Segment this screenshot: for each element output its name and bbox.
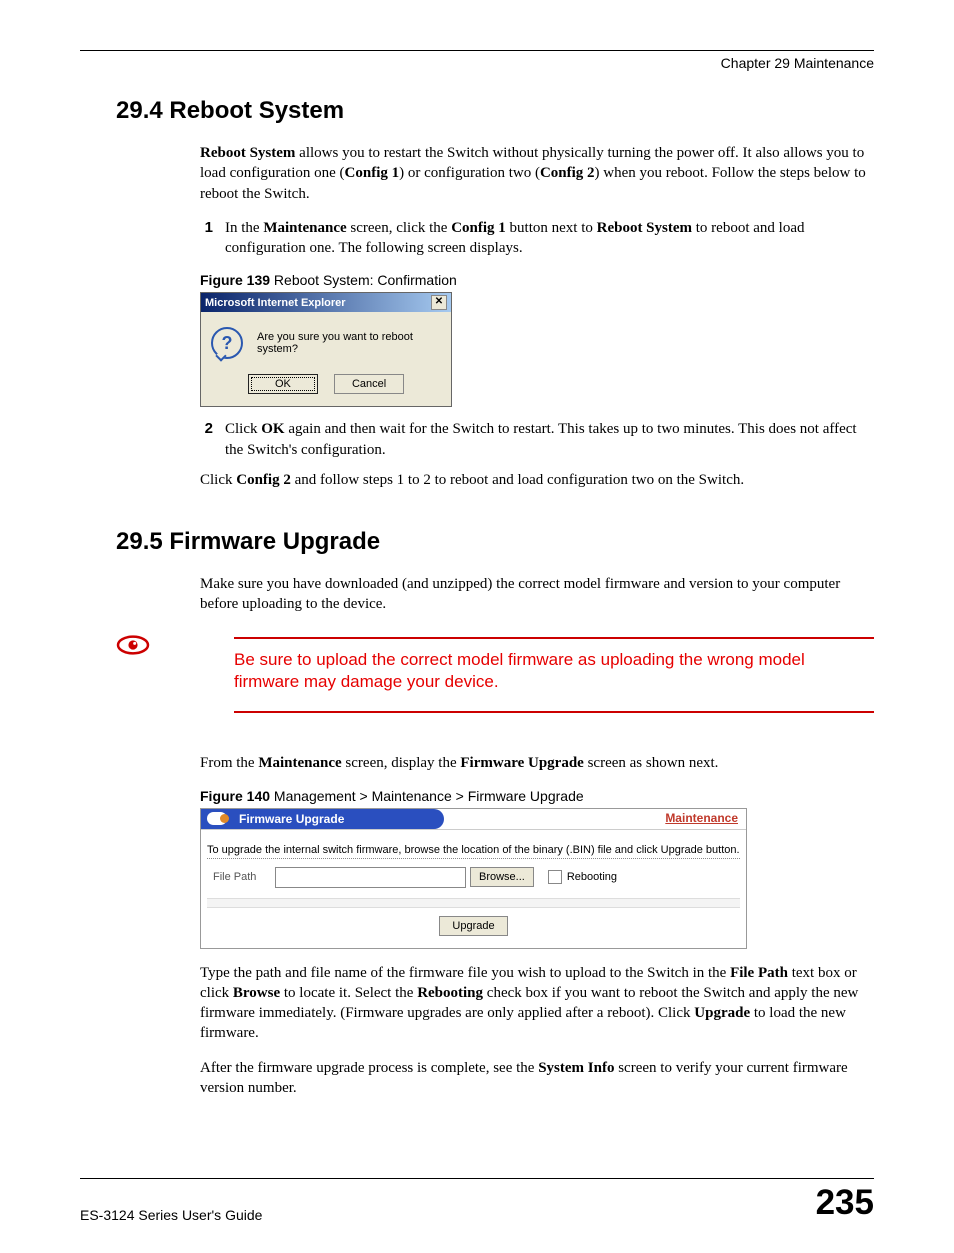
bold-text: Config 2 — [540, 165, 595, 181]
text: Click — [200, 472, 236, 488]
text: button next to — [506, 220, 597, 236]
page-header: Chapter 29 Maintenance — [80, 55, 874, 71]
bold-text: Config 1 — [345, 165, 400, 181]
figure-label: Figure 140 — [200, 788, 270, 804]
text: In the — [225, 220, 263, 236]
panel-instructions: To upgrade the internal switch firmware,… — [207, 838, 740, 859]
dialog-button-row: OK Cancel — [201, 374, 451, 406]
firmware-upgrade-panel: Firmware Upgrade Maintenance To upgrade … — [200, 808, 747, 949]
firmware-instructions-para: Type the path and file name of the firmw… — [200, 963, 874, 1044]
text: again and then wait for the Switch to re… — [225, 421, 857, 457]
text: screen, click the — [347, 220, 452, 236]
panel-separator — [207, 898, 740, 908]
bold-text: Maintenance — [263, 220, 346, 236]
rebooting-checkbox[interactable] — [548, 870, 562, 884]
step-body: In the Maintenance screen, click the Con… — [225, 218, 874, 259]
text: Type the path and file name of the firmw… — [200, 965, 730, 981]
bold-text: Reboot System — [200, 145, 295, 161]
figure-title: Management > Maintenance > Firmware Upgr… — [270, 788, 584, 804]
figure-title: Reboot System: Confirmation — [270, 272, 457, 288]
text: and follow steps 1 to 2 to reboot and lo… — [291, 472, 744, 488]
file-path-input[interactable] — [275, 867, 466, 888]
bold-text: Config 1 — [451, 220, 506, 236]
firmware-verify-para: After the firmware upgrade process is co… — [200, 1058, 874, 1099]
maintenance-link[interactable]: Maintenance — [665, 811, 738, 825]
close-icon[interactable]: ✕ — [431, 295, 447, 310]
section-29-4-heading: 29.4 Reboot System — [116, 97, 874, 125]
bold-text: File Path — [730, 965, 788, 981]
bold-text: Config 2 — [236, 472, 291, 488]
text: ) or configuration two ( — [399, 165, 540, 181]
text: Click — [225, 421, 261, 437]
warning-rule-top — [234, 637, 874, 639]
file-path-label: File Path — [213, 871, 275, 883]
dialog-title-text: Microsoft Internet Explorer — [205, 297, 346, 309]
bold-text: Maintenance — [258, 755, 341, 771]
text: to locate it. Select the — [280, 985, 417, 1001]
upgrade-button[interactable]: Upgrade — [439, 916, 507, 936]
bold-text: OK — [261, 421, 284, 437]
bold-text: Reboot System — [597, 220, 692, 236]
question-icon: ? — [211, 327, 243, 359]
step-body: Click OK again and then wait for the Swi… — [225, 419, 874, 460]
figure-label: Figure 139 — [200, 272, 270, 288]
text: screen, display the — [342, 755, 461, 771]
header-rule — [80, 50, 874, 51]
browse-button[interactable]: Browse... — [470, 867, 534, 887]
warning-callout: Be sure to upload the correct model firm… — [116, 629, 874, 724]
section-29-5-heading: 29.5 Firmware Upgrade — [116, 528, 874, 556]
reboot-intro-para: Reboot System allows you to restart the … — [200, 143, 874, 204]
cancel-button[interactable]: Cancel — [334, 374, 404, 394]
bold-text: Firmware Upgrade — [460, 755, 583, 771]
eye-icon — [116, 635, 150, 655]
panel-header: Firmware Upgrade Maintenance — [201, 809, 746, 830]
step-number: 2 — [188, 419, 213, 460]
warning-rule-bottom — [234, 711, 874, 713]
text: screen as shown next. — [584, 755, 719, 771]
bold-text: Rebooting — [417, 985, 483, 1001]
warning-text: Be sure to upload the correct model firm… — [234, 649, 874, 695]
panel-tab: Firmware Upgrade — [201, 809, 444, 829]
page-footer: ES-3124 Series User's Guide 235 — [80, 1178, 874, 1223]
file-path-row: File Path Browse... Rebooting — [207, 865, 740, 896]
figure-139-caption: Figure 139 Reboot System: Confirmation — [200, 272, 874, 288]
bold-text: Browse — [233, 985, 280, 1001]
page-number: 235 — [816, 1183, 874, 1223]
dialog-titlebar: Microsoft Internet Explorer ✕ — [201, 293, 451, 312]
firmware-intro-para: Make sure you have downloaded (and unzip… — [200, 574, 874, 615]
dialog-body: ? Are you sure you want to reboot system… — [201, 312, 451, 374]
confirmation-dialog: Microsoft Internet Explorer ✕ ? Are you … — [200, 292, 452, 407]
bold-text: Upgrade — [694, 1005, 750, 1021]
step-1: 1 In the Maintenance screen, click the C… — [188, 218, 874, 259]
firmware-nav-para: From the Maintenance screen, display the… — [200, 753, 874, 773]
dialog-message: Are you sure you want to reboot system? — [257, 331, 441, 355]
step-number: 1 — [188, 218, 213, 259]
panel-tab-label: Firmware Upgrade — [239, 812, 344, 826]
step-2: 2 Click OK again and then wait for the S… — [188, 419, 874, 460]
footer-guide-title: ES-3124 Series User's Guide — [80, 1207, 262, 1223]
config2-para: Click Config 2 and follow steps 1 to 2 t… — [200, 470, 874, 490]
text: After the firmware upgrade process is co… — [200, 1060, 538, 1076]
text: From the — [200, 755, 258, 771]
ok-button[interactable]: OK — [248, 374, 318, 394]
bold-text: System Info — [538, 1060, 614, 1076]
upgrade-row: Upgrade — [207, 910, 740, 944]
figure-140-caption: Figure 140 Management > Maintenance > Fi… — [200, 788, 874, 804]
rebooting-label: Rebooting — [567, 871, 617, 883]
